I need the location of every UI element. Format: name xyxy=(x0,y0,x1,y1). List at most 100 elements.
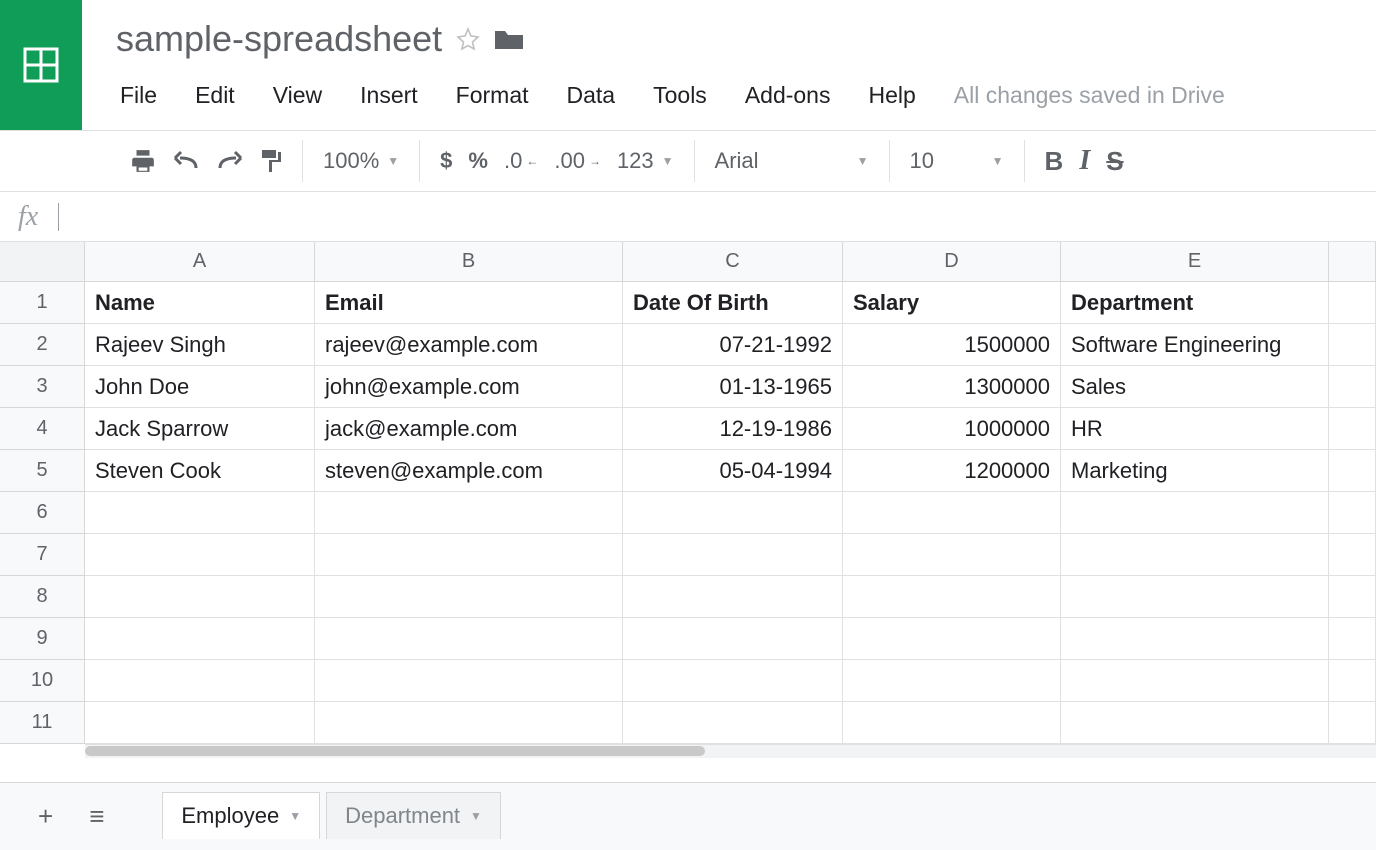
cell-B7[interactable] xyxy=(315,534,623,576)
menu-format[interactable]: Format xyxy=(456,82,529,109)
col-header-extra[interactable] xyxy=(1329,242,1376,282)
row-header-2[interactable]: 2 xyxy=(0,324,85,366)
cell-E2[interactable]: Software Engineering xyxy=(1061,324,1329,366)
cell-C2[interactable]: 07-21-1992 xyxy=(623,324,843,366)
cell-C10[interactable] xyxy=(623,660,843,702)
cell-C6[interactable] xyxy=(623,492,843,534)
cell-B10[interactable] xyxy=(315,660,623,702)
cell-D9[interactable] xyxy=(843,618,1061,660)
cell-E11[interactable] xyxy=(1061,702,1329,744)
cell-D7[interactable] xyxy=(843,534,1061,576)
menu-tools[interactable]: Tools xyxy=(653,82,707,109)
cell-D5[interactable]: 1200000 xyxy=(843,450,1061,492)
cell-D8[interactable] xyxy=(843,576,1061,618)
cell-E8[interactable] xyxy=(1061,576,1329,618)
cell-A7[interactable] xyxy=(85,534,315,576)
cell-C7[interactable] xyxy=(623,534,843,576)
cell-E5[interactable]: Marketing xyxy=(1061,450,1329,492)
cell-A1[interactable]: Name xyxy=(85,282,315,324)
cell-extra-11[interactable] xyxy=(1329,702,1376,744)
undo-icon[interactable] xyxy=(164,140,208,182)
cell-C3[interactable]: 01-13-1965 xyxy=(623,366,843,408)
cell-B2[interactable]: rajeev@example.com xyxy=(315,324,623,366)
print-icon[interactable] xyxy=(122,140,164,182)
cell-D1[interactable]: Salary xyxy=(843,282,1061,324)
horizontal-scrollbar[interactable] xyxy=(85,744,1376,758)
row-header-5[interactable]: 5 xyxy=(0,450,85,492)
cell-A11[interactable] xyxy=(85,702,315,744)
row-header-9[interactable]: 9 xyxy=(0,618,85,660)
cell-E3[interactable]: Sales xyxy=(1061,366,1329,408)
cell-B5[interactable]: steven@example.com xyxy=(315,450,623,492)
menu-file[interactable]: File xyxy=(120,82,157,109)
zoom-dropdown[interactable]: 100% ▼ xyxy=(315,140,407,182)
cell-B6[interactable] xyxy=(315,492,623,534)
row-header-3[interactable]: 3 xyxy=(0,366,85,408)
cell-C1[interactable]: Date Of Birth xyxy=(623,282,843,324)
col-header-B[interactable]: B xyxy=(315,242,623,282)
sheet-tab-active[interactable]: Employee ▼ xyxy=(162,792,320,839)
cell-A3[interactable]: John Doe xyxy=(85,366,315,408)
scrollbar-thumb[interactable] xyxy=(85,746,705,756)
cell-A8[interactable] xyxy=(85,576,315,618)
select-all-corner[interactable] xyxy=(0,242,85,282)
star-icon[interactable] xyxy=(456,27,480,51)
cell-A9[interactable] xyxy=(85,618,315,660)
increase-decimal-button[interactable]: .00 → xyxy=(546,140,609,182)
folder-icon[interactable] xyxy=(494,27,524,51)
cell-B4[interactable]: jack@example.com xyxy=(315,408,623,450)
currency-button[interactable]: $ xyxy=(432,140,460,182)
cell-extra-1[interactable] xyxy=(1329,282,1376,324)
redo-icon[interactable] xyxy=(208,140,252,182)
add-sheet-button[interactable]: + xyxy=(20,801,71,832)
menu-help[interactable]: Help xyxy=(868,82,915,109)
all-sheets-button[interactable]: ≡ xyxy=(71,801,122,832)
strikethrough-button[interactable]: S xyxy=(1098,140,1131,182)
cell-C5[interactable]: 05-04-1994 xyxy=(623,450,843,492)
cell-A2[interactable]: Rajeev Singh xyxy=(85,324,315,366)
cell-B9[interactable] xyxy=(315,618,623,660)
cell-extra-9[interactable] xyxy=(1329,618,1376,660)
col-header-C[interactable]: C xyxy=(623,242,843,282)
cell-extra-8[interactable] xyxy=(1329,576,1376,618)
decrease-decimal-button[interactable]: .0 ← xyxy=(496,140,546,182)
menu-view[interactable]: View xyxy=(273,82,322,109)
row-header-10[interactable]: 10 xyxy=(0,660,85,702)
cell-A10[interactable] xyxy=(85,660,315,702)
cell-D4[interactable]: 1000000 xyxy=(843,408,1061,450)
menu-addons[interactable]: Add-ons xyxy=(745,82,831,109)
cell-extra-7[interactable] xyxy=(1329,534,1376,576)
cell-C11[interactable] xyxy=(623,702,843,744)
cell-extra-2[interactable] xyxy=(1329,324,1376,366)
row-header-11[interactable]: 11 xyxy=(0,702,85,744)
cell-D10[interactable] xyxy=(843,660,1061,702)
cell-extra-4[interactable] xyxy=(1329,408,1376,450)
font-size-dropdown[interactable]: 10 ▼ xyxy=(902,140,1012,182)
col-header-E[interactable]: E xyxy=(1061,242,1329,282)
cell-extra-6[interactable] xyxy=(1329,492,1376,534)
cell-A6[interactable] xyxy=(85,492,315,534)
cell-extra-10[interactable] xyxy=(1329,660,1376,702)
cell-C8[interactable] xyxy=(623,576,843,618)
row-header-6[interactable]: 6 xyxy=(0,492,85,534)
menu-data[interactable]: Data xyxy=(567,82,616,109)
cell-extra-3[interactable] xyxy=(1329,366,1376,408)
sheet-tab-inactive[interactable]: Department ▼ xyxy=(326,792,501,839)
cell-D6[interactable] xyxy=(843,492,1061,534)
app-brand[interactable] xyxy=(0,0,82,130)
italic-button[interactable]: I xyxy=(1071,140,1098,182)
cell-E4[interactable]: HR xyxy=(1061,408,1329,450)
cell-C4[interactable]: 12-19-1986 xyxy=(623,408,843,450)
cell-E9[interactable] xyxy=(1061,618,1329,660)
cell-D2[interactable]: 1500000 xyxy=(843,324,1061,366)
percent-button[interactable]: % xyxy=(460,140,496,182)
col-header-A[interactable]: A xyxy=(85,242,315,282)
number-format-dropdown[interactable]: 123 ▼ xyxy=(609,140,682,182)
cell-A5[interactable]: Steven Cook xyxy=(85,450,315,492)
cell-A4[interactable]: Jack Sparrow xyxy=(85,408,315,450)
cell-E1[interactable]: Department xyxy=(1061,282,1329,324)
col-header-D[interactable]: D xyxy=(843,242,1061,282)
row-header-1[interactable]: 1 xyxy=(0,282,85,324)
menu-insert[interactable]: Insert xyxy=(360,82,418,109)
paint-format-icon[interactable] xyxy=(252,140,290,182)
